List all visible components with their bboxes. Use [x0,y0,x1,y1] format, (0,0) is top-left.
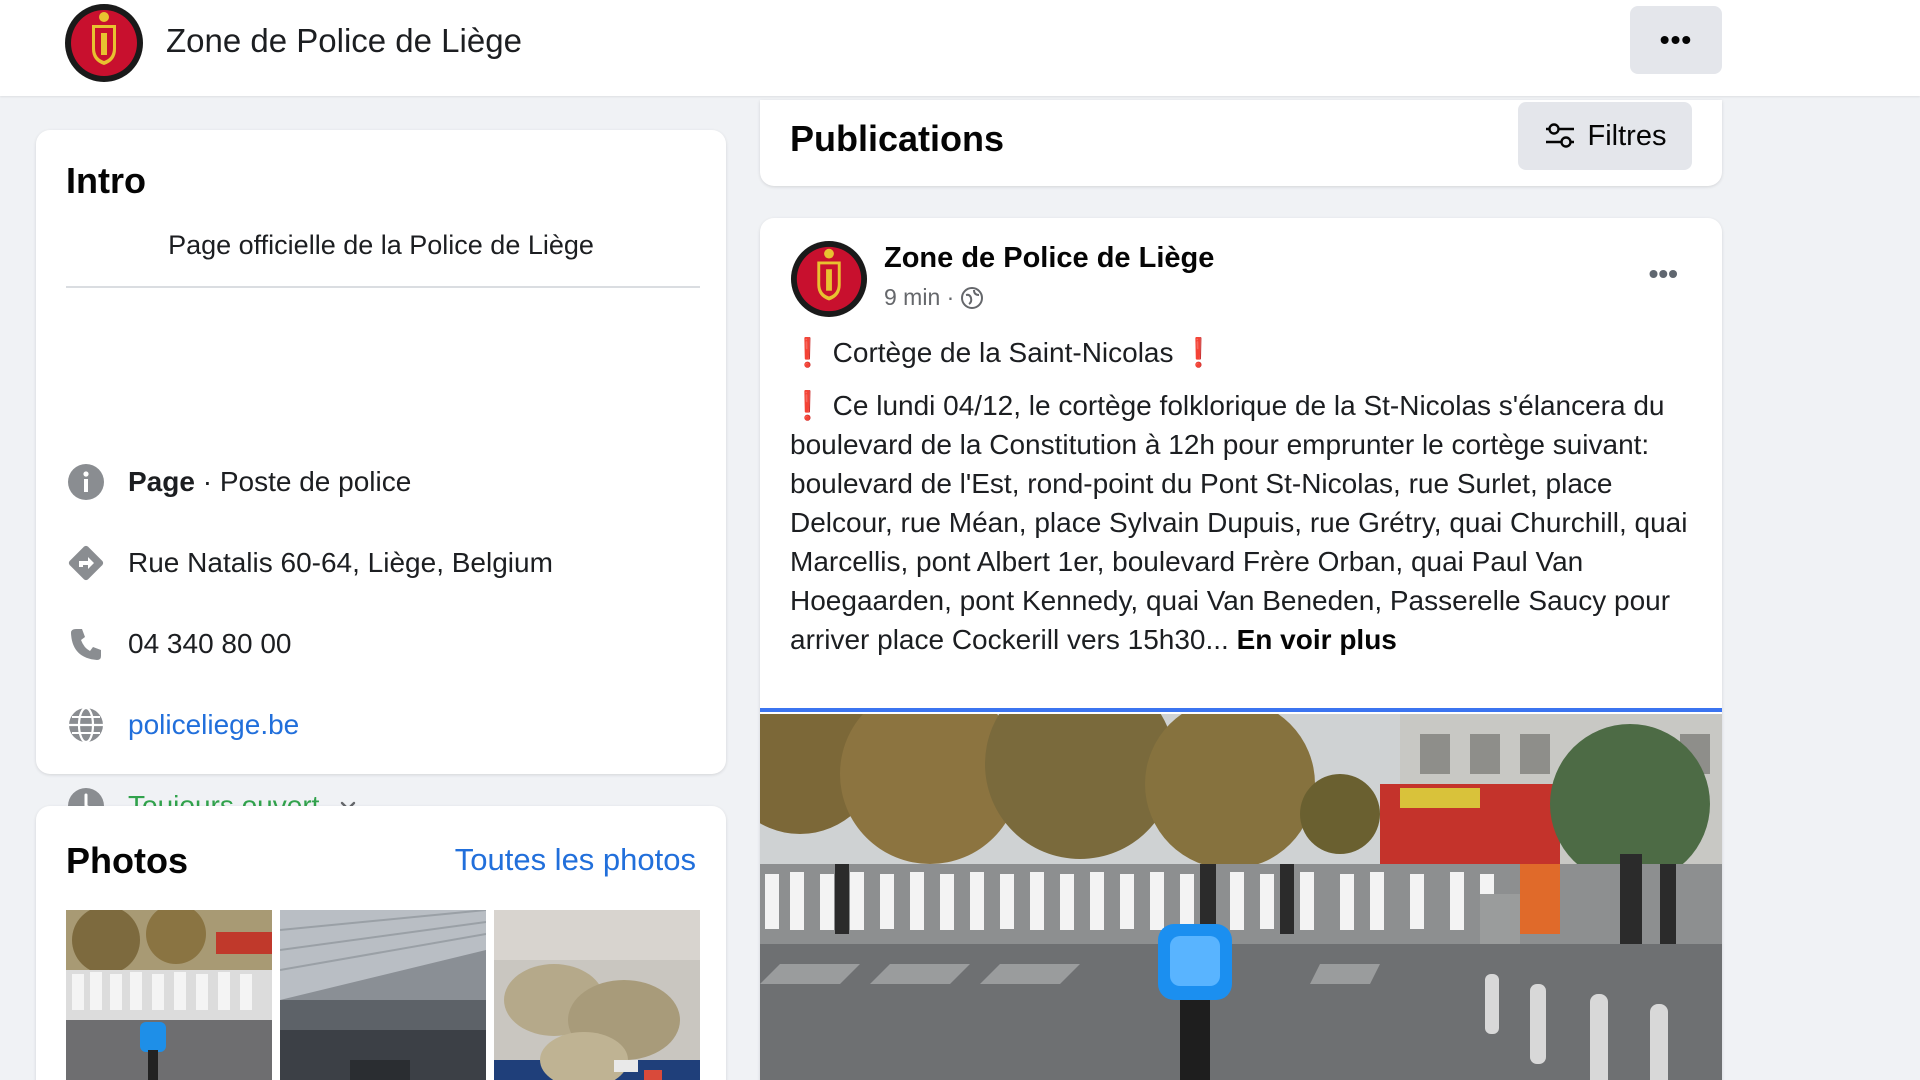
post-divider-accent [760,708,1722,712]
post-card: Zone de Police de Liège 9 min · ••• ❗ Co… [760,218,1722,1080]
sliders-icon [1545,123,1574,148]
globe-icon [961,286,984,309]
publications-title: Publications [790,118,1005,159]
post-title-text: Cortège de la Saint-Nicolas [824,337,1182,368]
info-address-row: Rue Natalis 60-64, Liège, Belgium [66,541,553,585]
photo-thumbnail[interactable] [66,910,272,1080]
address-text: Rue Natalis 60-64, Liège, Belgium [128,547,553,578]
photos-card: Photos Toutes les photos [36,806,726,1080]
post-meta: 9 min · [884,284,984,311]
info-website-row: policeliege.be [66,703,299,747]
phone-text[interactable]: 04 340 80 00 [128,628,292,660]
post-photo[interactable] [760,714,1722,1080]
exclamation-icon: ❗ [790,337,825,368]
page-category: Page · Poste de police [128,466,411,498]
category-text: · Poste de police [194,466,412,497]
photo-thumbnail[interactable] [280,910,486,1080]
post-body-text: Ce lundi 04/12, le cortège folklorique d… [790,390,1688,655]
photo-thumbnail[interactable] [494,910,700,1080]
post-title: ❗ Cortège de la Saint-Nicolas ❗ [790,336,1216,369]
post-author-name[interactable]: Zone de Police de Liège [884,242,1214,275]
filters-label: Filtres [1587,119,1667,152]
police-crest-avatar[interactable] [64,3,144,83]
see-all-photos-link[interactable]: Toutes les photos [455,842,696,878]
see-more-link[interactable]: En voir plus [1237,624,1397,655]
intro-bio: Page officielle de la Police de Liège [168,230,594,260]
photos-title: Photos [66,840,188,881]
phone-icon [66,624,106,664]
publications-header: Publications Filtres [760,100,1722,186]
intro-title: Intro [66,160,146,201]
filters-button[interactable]: Filtres [1518,102,1692,170]
post-body: ❗ Ce lundi 04/12, le cortège folklorique… [790,386,1702,659]
page-header: Zone de Police de Liège ••• [0,0,1920,96]
info-phone-row: 04 340 80 00 [66,622,292,666]
category-bold: Page [128,466,195,497]
post-more-button[interactable]: ••• [1649,258,1678,290]
post-timestamp[interactable]: 9 min · [884,284,954,311]
more-options-button[interactable]: ••• [1630,6,1722,74]
exclamation-icon: ❗ [1181,337,1217,368]
info-icon [66,462,106,502]
post-author-avatar[interactable] [790,240,868,318]
intro-card: Intro Page officielle de la Police de Li… [36,130,726,824]
exclamation-icon: ❗ [790,390,825,421]
info-category-row: Page · Poste de police [66,460,411,504]
website-link[interactable]: policeliege.be [128,709,299,741]
intro-divider [66,286,700,288]
globe-icon [66,705,106,745]
page-name[interactable]: Zone de Police de Liège [166,22,522,60]
directions-icon [66,543,106,583]
